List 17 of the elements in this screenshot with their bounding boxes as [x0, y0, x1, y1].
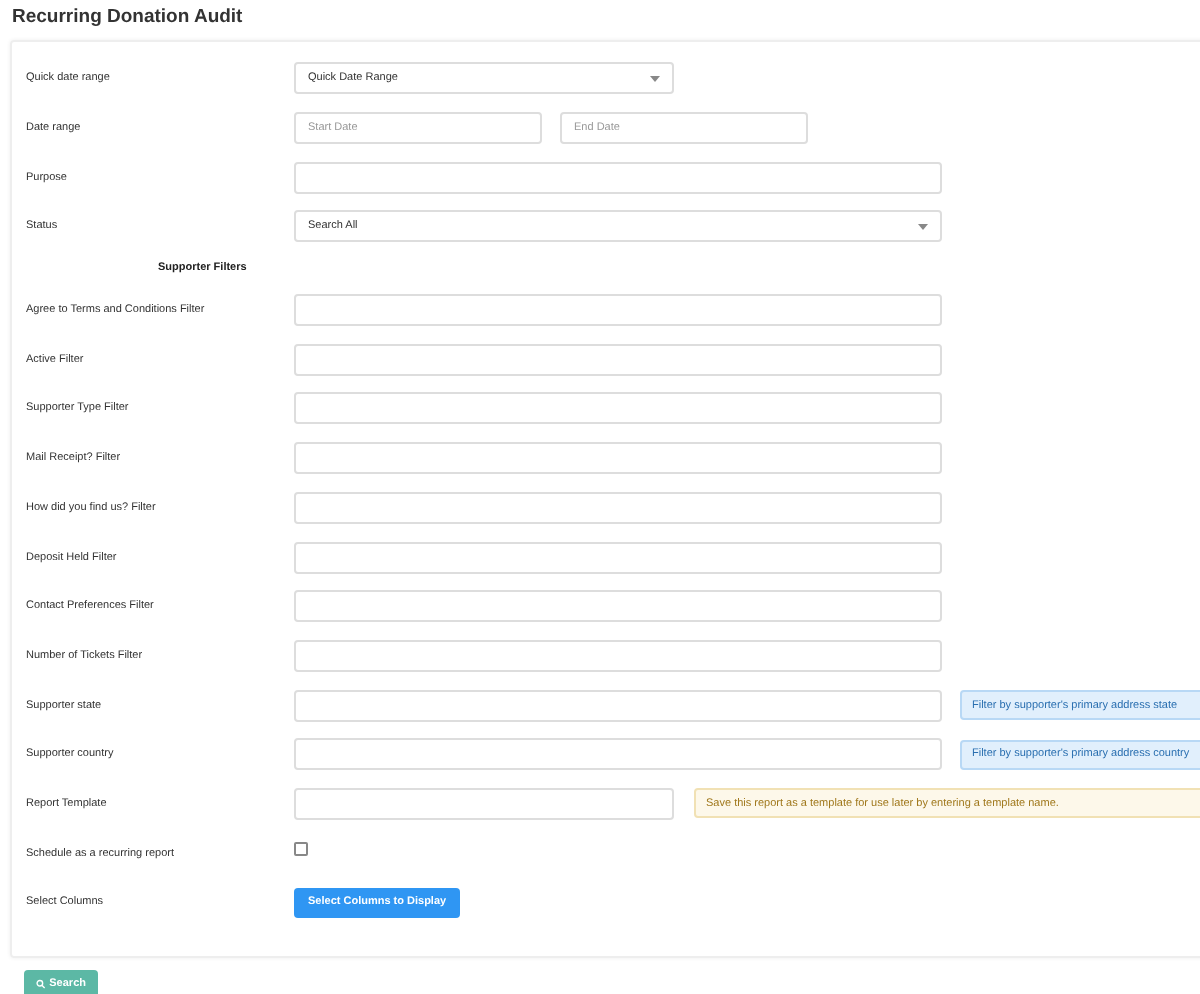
text-field[interactable]: [294, 161, 942, 194]
text-field[interactable]: [294, 294, 942, 327]
text-field[interactable]: [294, 787, 674, 820]
text-field[interactable]: [294, 491, 942, 524]
search-icon: [36, 978, 46, 991]
text-field[interactable]: [294, 541, 942, 574]
text-field[interactable]: [294, 639, 942, 672]
text-field[interactable]: [294, 590, 942, 623]
text-field[interactable]: [294, 442, 942, 475]
text-field[interactable]: [294, 392, 942, 425]
page-title: Recurring Donation Audit: [10, 4, 245, 32]
text-field[interactable]: [294, 343, 942, 376]
text-field[interactable]: [294, 738, 942, 771]
text-field[interactable]: [294, 689, 942, 722]
checkbox[interactable]: [294, 842, 308, 857]
caret-icon: [650, 75, 660, 82]
caret-icon: [918, 223, 928, 230]
